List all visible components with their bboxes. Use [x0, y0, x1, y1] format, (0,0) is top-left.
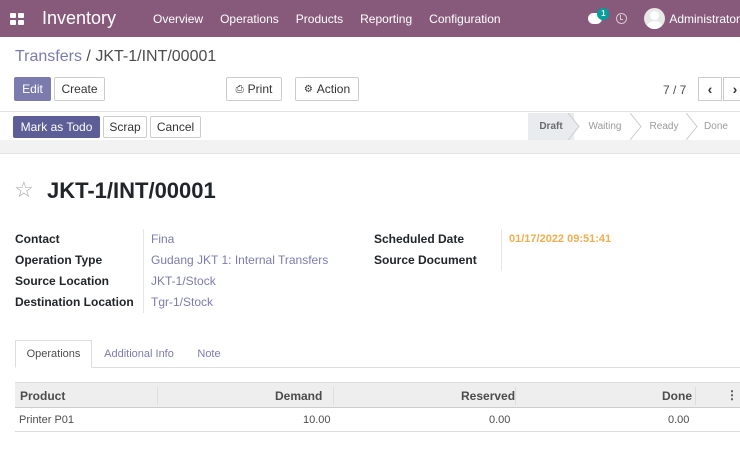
column-separator	[515, 387, 516, 405]
table-header: Product Demand Reserved Done ⋮	[15, 382, 740, 408]
breadcrumb-transfers[interactable]: Transfers	[15, 48, 82, 65]
cell-reserved: 0.00	[489, 414, 511, 426]
pager-value[interactable]: 7 / 7	[663, 83, 686, 97]
operation-type-value[interactable]: Gudang JKT 1: Internal Transfers	[151, 253, 328, 267]
chevron-right-icon: ›	[732, 81, 738, 97]
column-reserved[interactable]: Reserved	[461, 389, 515, 403]
menu-products[interactable]: Products	[296, 12, 343, 26]
source-document-label: Source Document	[374, 253, 477, 267]
chevron-left-icon: ‹	[707, 81, 713, 97]
chat-badge: 1	[597, 8, 610, 20]
source-location-label: Source Location	[15, 274, 110, 288]
tab-note[interactable]: Note	[187, 340, 231, 368]
source-location-value[interactable]: JKT-1/Stock	[151, 274, 216, 288]
main-menu: Overview Operations Products Reporting C…	[153, 12, 518, 26]
field-separator	[143, 229, 144, 313]
stage-ready[interactable]: Ready	[636, 113, 698, 140]
user-name[interactable]: Administrator	[669, 12, 740, 26]
action-button[interactable]: ⚙ Action	[295, 77, 359, 101]
field-separator	[501, 229, 502, 271]
column-demand[interactable]: Demand	[275, 389, 322, 403]
breadcrumb-separator: /	[81, 48, 96, 65]
apps-menu-icon[interactable]	[10, 12, 24, 25]
scheduled-date-label: Scheduled Date	[374, 232, 465, 246]
tab-additional-info[interactable]: Additional Info	[95, 340, 183, 368]
stage-done[interactable]: Done	[692, 113, 740, 140]
print-label: Print	[247, 82, 273, 96]
scheduled-date-value[interactable]: 01/17/2022 09:51:41	[509, 233, 611, 245]
notebook-tabs: Operations Additional Info Note	[15, 340, 740, 368]
cell-done: 0.00	[668, 414, 690, 426]
systray: 1 Administrator	[588, 0, 740, 37]
column-separator	[695, 387, 696, 405]
app-name[interactable]: Inventory	[42, 8, 116, 29]
cell-product: Printer P01	[19, 414, 75, 426]
cell-demand: 10.00	[303, 414, 331, 426]
sheet-background-strip	[0, 140, 740, 154]
scrap-button[interactable]: Scrap	[103, 116, 147, 138]
menu-overview[interactable]: Overview	[153, 12, 203, 26]
cancel-button[interactable]: Cancel	[150, 116, 201, 138]
tab-operations[interactable]: Operations	[15, 340, 92, 368]
operation-type-label: Operation Type	[15, 253, 103, 267]
stage-ready-label: Ready	[649, 121, 679, 132]
edit-button[interactable]: Edit	[14, 77, 51, 101]
contact-value[interactable]: Fina	[151, 232, 174, 246]
menu-operations[interactable]: Operations	[220, 12, 279, 26]
menu-reporting[interactable]: Reporting	[360, 12, 412, 26]
top-navbar: Inventory Overview Operations Products R…	[0, 0, 740, 37]
column-separator	[157, 387, 158, 405]
user-avatar[interactable]	[644, 8, 666, 29]
control-panel-divider	[0, 111, 740, 112]
stage-done-label: Done	[704, 121, 728, 132]
print-icon: ⎙	[235, 83, 244, 95]
chat-icon[interactable]: 1	[588, 8, 610, 24]
destination-location-label: Destination Location	[15, 295, 134, 309]
create-button[interactable]: Create	[54, 77, 105, 101]
stage-draft[interactable]: Draft	[528, 113, 580, 140]
clock-icon[interactable]	[616, 13, 628, 24]
status-bar: Draft Waiting Ready Done	[528, 113, 740, 140]
table-row[interactable]: Printer P01 10.00 0.00 0.00	[15, 408, 740, 432]
stage-waiting[interactable]: Waiting	[574, 113, 642, 140]
stage-waiting-label: Waiting	[588, 121, 622, 132]
record-title: JKT-1/INT/00001	[47, 178, 216, 203]
mark-as-todo-button[interactable]: Mark as Todo	[13, 116, 100, 138]
menu-configuration[interactable]: Configuration	[429, 12, 500, 26]
destination-location-value[interactable]: Tgr-1/Stock	[151, 295, 213, 309]
breadcrumb: Transfers / JKT-1/INT/00001	[15, 48, 216, 66]
pager-next-button[interactable]: ›	[723, 77, 740, 101]
column-separator	[333, 387, 334, 405]
print-button[interactable]: ⎙ Print	[226, 77, 282, 101]
star-icon[interactable]: ☆	[14, 177, 34, 203]
pager-previous-button[interactable]: ‹	[698, 77, 722, 101]
breadcrumb-current: JKT-1/INT/00001	[95, 48, 217, 65]
column-product[interactable]: Product	[20, 389, 65, 403]
column-done[interactable]: Done	[662, 389, 692, 403]
stage-draft-label: Draft	[539, 121, 563, 132]
gear-icon: ⚙	[303, 83, 313, 95]
optional-columns-icon[interactable]: ⋮	[726, 388, 738, 402]
action-label: Action	[316, 82, 351, 96]
contact-label: Contact	[15, 232, 60, 246]
